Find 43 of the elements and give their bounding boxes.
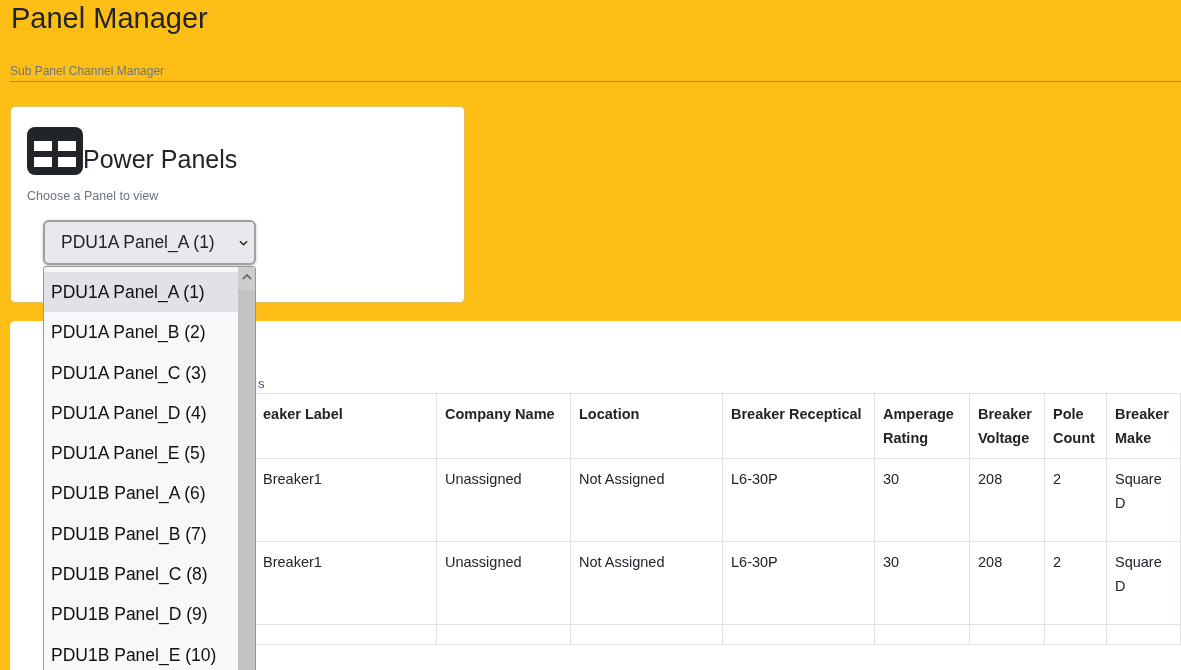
table-cell: Not Assigned <box>570 458 723 542</box>
dropdown-option[interactable]: PDU1B Panel_C (8) <box>44 554 238 595</box>
dropdown-option[interactable]: PDU1A Panel_D (4) <box>44 392 238 434</box>
table-cell: Unassigned <box>436 541 571 625</box>
dropdown-option[interactable]: PDU1B Panel_A (6) <box>44 473 238 514</box>
dropdown-option[interactable]: PDU1B Panel_D (9) <box>44 594 238 635</box>
table-cell: 208 <box>969 458 1045 542</box>
table-cell: Breaker1 <box>254 541 437 625</box>
page-title: Panel Manager <box>10 1 209 36</box>
table-cell: 30 <box>874 541 970 625</box>
page-subtitle: Sub Panel Channel Manager <box>10 64 1181 82</box>
column-header: Breaker Receptical <box>722 393 875 459</box>
column-header: Breaker Voltage <box>969 393 1045 459</box>
card-hint: Choose a Panel to view <box>27 189 160 203</box>
column-header: Pole Count <box>1044 393 1107 459</box>
column-header: Company Name <box>436 393 571 459</box>
column-header: eaker Label <box>254 393 437 459</box>
grid-icon <box>27 127 83 175</box>
column-header: Breaker Make <box>1106 393 1181 459</box>
table-cell: L6-30P <box>722 541 875 625</box>
card-title: Power Panels <box>83 144 238 174</box>
dropdown-option[interactable]: PDU1B Panel_E (10) <box>44 634 238 670</box>
table-cell: 208 <box>969 541 1045 625</box>
table-cell: Not Assigned <box>570 541 723 625</box>
table-cell: L6-30P <box>722 458 875 542</box>
table-cell: Square D <box>1106 458 1181 542</box>
table-cell: Square D <box>1106 541 1181 625</box>
chevron-icon <box>239 239 248 246</box>
scroll-up-icon[interactable] <box>241 274 252 280</box>
dropdown-option[interactable]: PDU1A Panel_C (3) <box>44 352 238 393</box>
table-cell: Unassigned <box>436 458 571 542</box>
dropdown-option[interactable]: PDU1A Panel_A (1) <box>44 272 238 313</box>
column-header: Amperage Rating <box>874 393 970 459</box>
table-caption: s <box>258 376 265 391</box>
table-cell: 30 <box>874 458 970 542</box>
table-cell: 2 <box>1044 541 1107 625</box>
dropdown-option[interactable]: PDU1A Panel_B (2) <box>44 312 238 353</box>
table-cell: 2 <box>1044 458 1107 542</box>
table-cell: Breaker1 <box>254 458 437 542</box>
dropdown-option[interactable]: PDU1A Panel_E (5) <box>44 433 238 474</box>
panel-select[interactable]: PDU1A Panel_A (1) <box>43 220 256 265</box>
dropdown-option[interactable]: PDU1B Panel_B (7) <box>44 513 238 555</box>
column-header: Location <box>570 393 723 459</box>
